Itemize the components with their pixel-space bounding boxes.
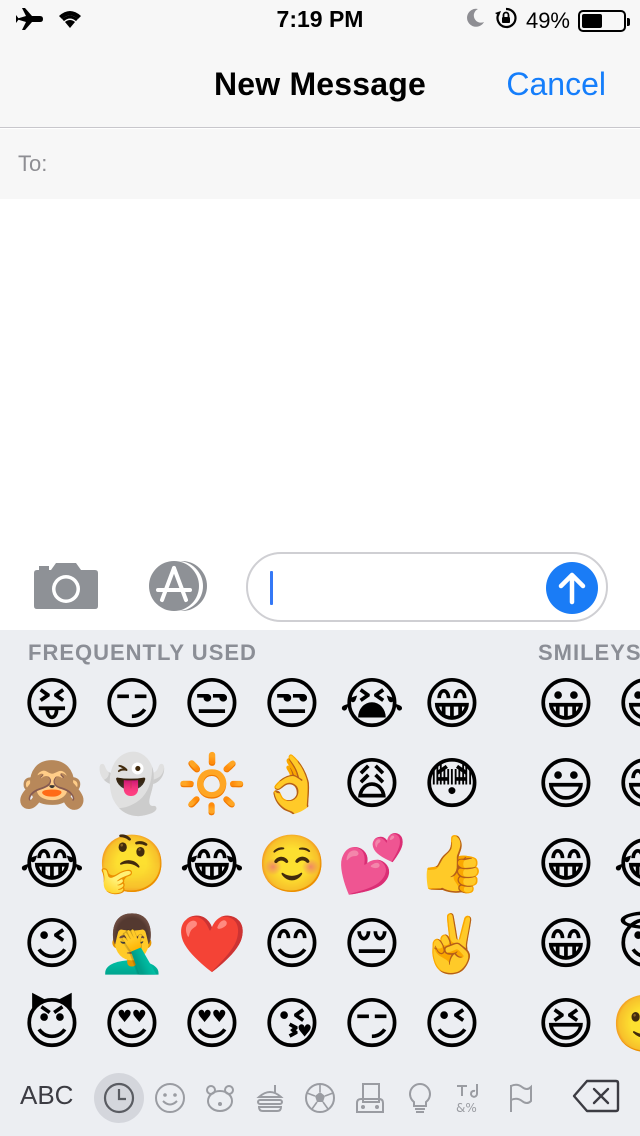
emoji-key[interactable]: 😉 bbox=[414, 986, 490, 1062]
animal-icon[interactable] bbox=[198, 1076, 242, 1120]
conversation-area bbox=[0, 199, 640, 539]
category-bar: ABC &% bbox=[0, 1060, 640, 1136]
arrow-up-icon bbox=[558, 572, 586, 605]
recent-clock-icon[interactable] bbox=[94, 1073, 144, 1123]
emoji-key[interactable]: 🙈 bbox=[14, 746, 90, 822]
emoji-key[interactable]: 😁 bbox=[414, 666, 490, 742]
emoji-key[interactable]: 😀 bbox=[528, 666, 604, 742]
emoji-keyboard: FREQUENTLY USED SMILEYS 😝 😏 😒 😒 😭 😁 🙈 👻 🔆 👌 😩 😳 😂 🤔 😂 ☺… bbox=[0, 630, 640, 1136]
emoji-key[interactable]: 😉 bbox=[14, 906, 90, 982]
svg-text:&%: &% bbox=[456, 1101, 477, 1115]
status-right: 49% bbox=[464, 6, 630, 35]
emoji-key[interactable]: 😏 bbox=[334, 986, 410, 1062]
emoji-key[interactable]: 😒 bbox=[254, 666, 330, 742]
rotation-lock-icon bbox=[494, 6, 518, 35]
battery-level bbox=[582, 13, 602, 28]
objects-bulb-icon[interactable] bbox=[398, 1076, 442, 1120]
app-store-icon[interactable] bbox=[140, 560, 212, 612]
section-label-frequently-used: FREQUENTLY USED bbox=[28, 640, 257, 665]
send-button[interactable] bbox=[546, 562, 598, 614]
emoji-key[interactable]: 🤔 bbox=[94, 826, 170, 902]
smiley-icon[interactable] bbox=[148, 1076, 192, 1120]
emoji-key[interactable]: ☺️ bbox=[254, 826, 330, 902]
emoji-key[interactable]: 🔆 bbox=[174, 746, 250, 822]
emoji-key[interactable]: 😃 bbox=[608, 666, 640, 742]
emoji-key[interactable]: 👻 bbox=[94, 746, 170, 822]
battery-percent: 49% bbox=[525, 7, 570, 33]
emoji-key[interactable]: 😳 bbox=[414, 746, 490, 822]
emoji-key[interactable]: 👌 bbox=[254, 746, 330, 822]
emoji-key[interactable]: 💕 bbox=[334, 826, 410, 902]
emoji-key[interactable]: 😈 bbox=[14, 986, 90, 1062]
emoji-key[interactable]: ❤️ bbox=[174, 906, 250, 982]
flag-icon[interactable] bbox=[498, 1076, 542, 1120]
text-caret bbox=[270, 571, 273, 605]
recipient-input[interactable] bbox=[60, 143, 620, 183]
emoji-key[interactable]: 😊 bbox=[254, 906, 330, 982]
section-label-smileys: SMILEYS bbox=[538, 640, 640, 665]
composer-row bbox=[0, 540, 640, 630]
emoji-key[interactable]: 😏 bbox=[94, 666, 170, 742]
abc-keyboard-button[interactable]: ABC bbox=[20, 1080, 73, 1111]
emoji-key[interactable]: 😂 bbox=[608, 826, 640, 902]
cancel-button[interactable]: Cancel bbox=[506, 66, 606, 103]
emoji-key[interactable]: 😅 bbox=[608, 746, 640, 822]
emoji-key[interactable]: 😔 bbox=[334, 906, 410, 982]
emoji-key[interactable]: 😇 bbox=[608, 906, 640, 982]
emoji-key[interactable]: 👍 bbox=[414, 826, 490, 902]
recipient-row[interactable]: To: bbox=[0, 129, 640, 199]
status-bar: 7:19 PM 49% bbox=[0, 0, 640, 40]
emoji-key[interactable]: 😁 bbox=[528, 906, 604, 982]
emoji-key[interactable]: 😝 bbox=[14, 666, 90, 742]
message-input[interactable] bbox=[246, 552, 608, 622]
symbols-icon[interactable]: &% bbox=[448, 1076, 492, 1120]
battery-icon bbox=[578, 9, 630, 32]
emoji-key[interactable]: 😁 bbox=[528, 826, 604, 902]
moon-icon bbox=[464, 7, 486, 34]
emoji-key[interactable]: 😍 bbox=[174, 986, 250, 1062]
activity-ball-icon[interactable] bbox=[298, 1076, 342, 1120]
emoji-key[interactable]: 🤦‍♂️ bbox=[94, 906, 170, 982]
emoji-key[interactable]: 🙂 bbox=[608, 986, 640, 1062]
emoji-key[interactable]: 😩 bbox=[334, 746, 410, 822]
travel-icon[interactable] bbox=[348, 1076, 392, 1120]
food-icon[interactable] bbox=[248, 1076, 292, 1120]
emoji-key[interactable]: 😂 bbox=[14, 826, 90, 902]
emoji-key[interactable]: 😍 bbox=[94, 986, 170, 1062]
emoji-key[interactable]: 😃 bbox=[528, 746, 604, 822]
to-label: To: bbox=[18, 151, 48, 176]
emoji-key[interactable]: 😆 bbox=[528, 986, 604, 1062]
emoji-key[interactable]: 😭 bbox=[334, 666, 410, 742]
delete-backspace-icon[interactable] bbox=[572, 1078, 620, 1114]
emoji-key[interactable]: ✌️ bbox=[414, 906, 490, 982]
emoji-key[interactable]: 😂 bbox=[174, 826, 250, 902]
camera-icon[interactable] bbox=[33, 560, 99, 610]
navigation-bar: New Message Cancel bbox=[0, 40, 640, 128]
emoji-key[interactable]: 😒 bbox=[174, 666, 250, 742]
emoji-key[interactable]: 😘 bbox=[254, 986, 330, 1062]
